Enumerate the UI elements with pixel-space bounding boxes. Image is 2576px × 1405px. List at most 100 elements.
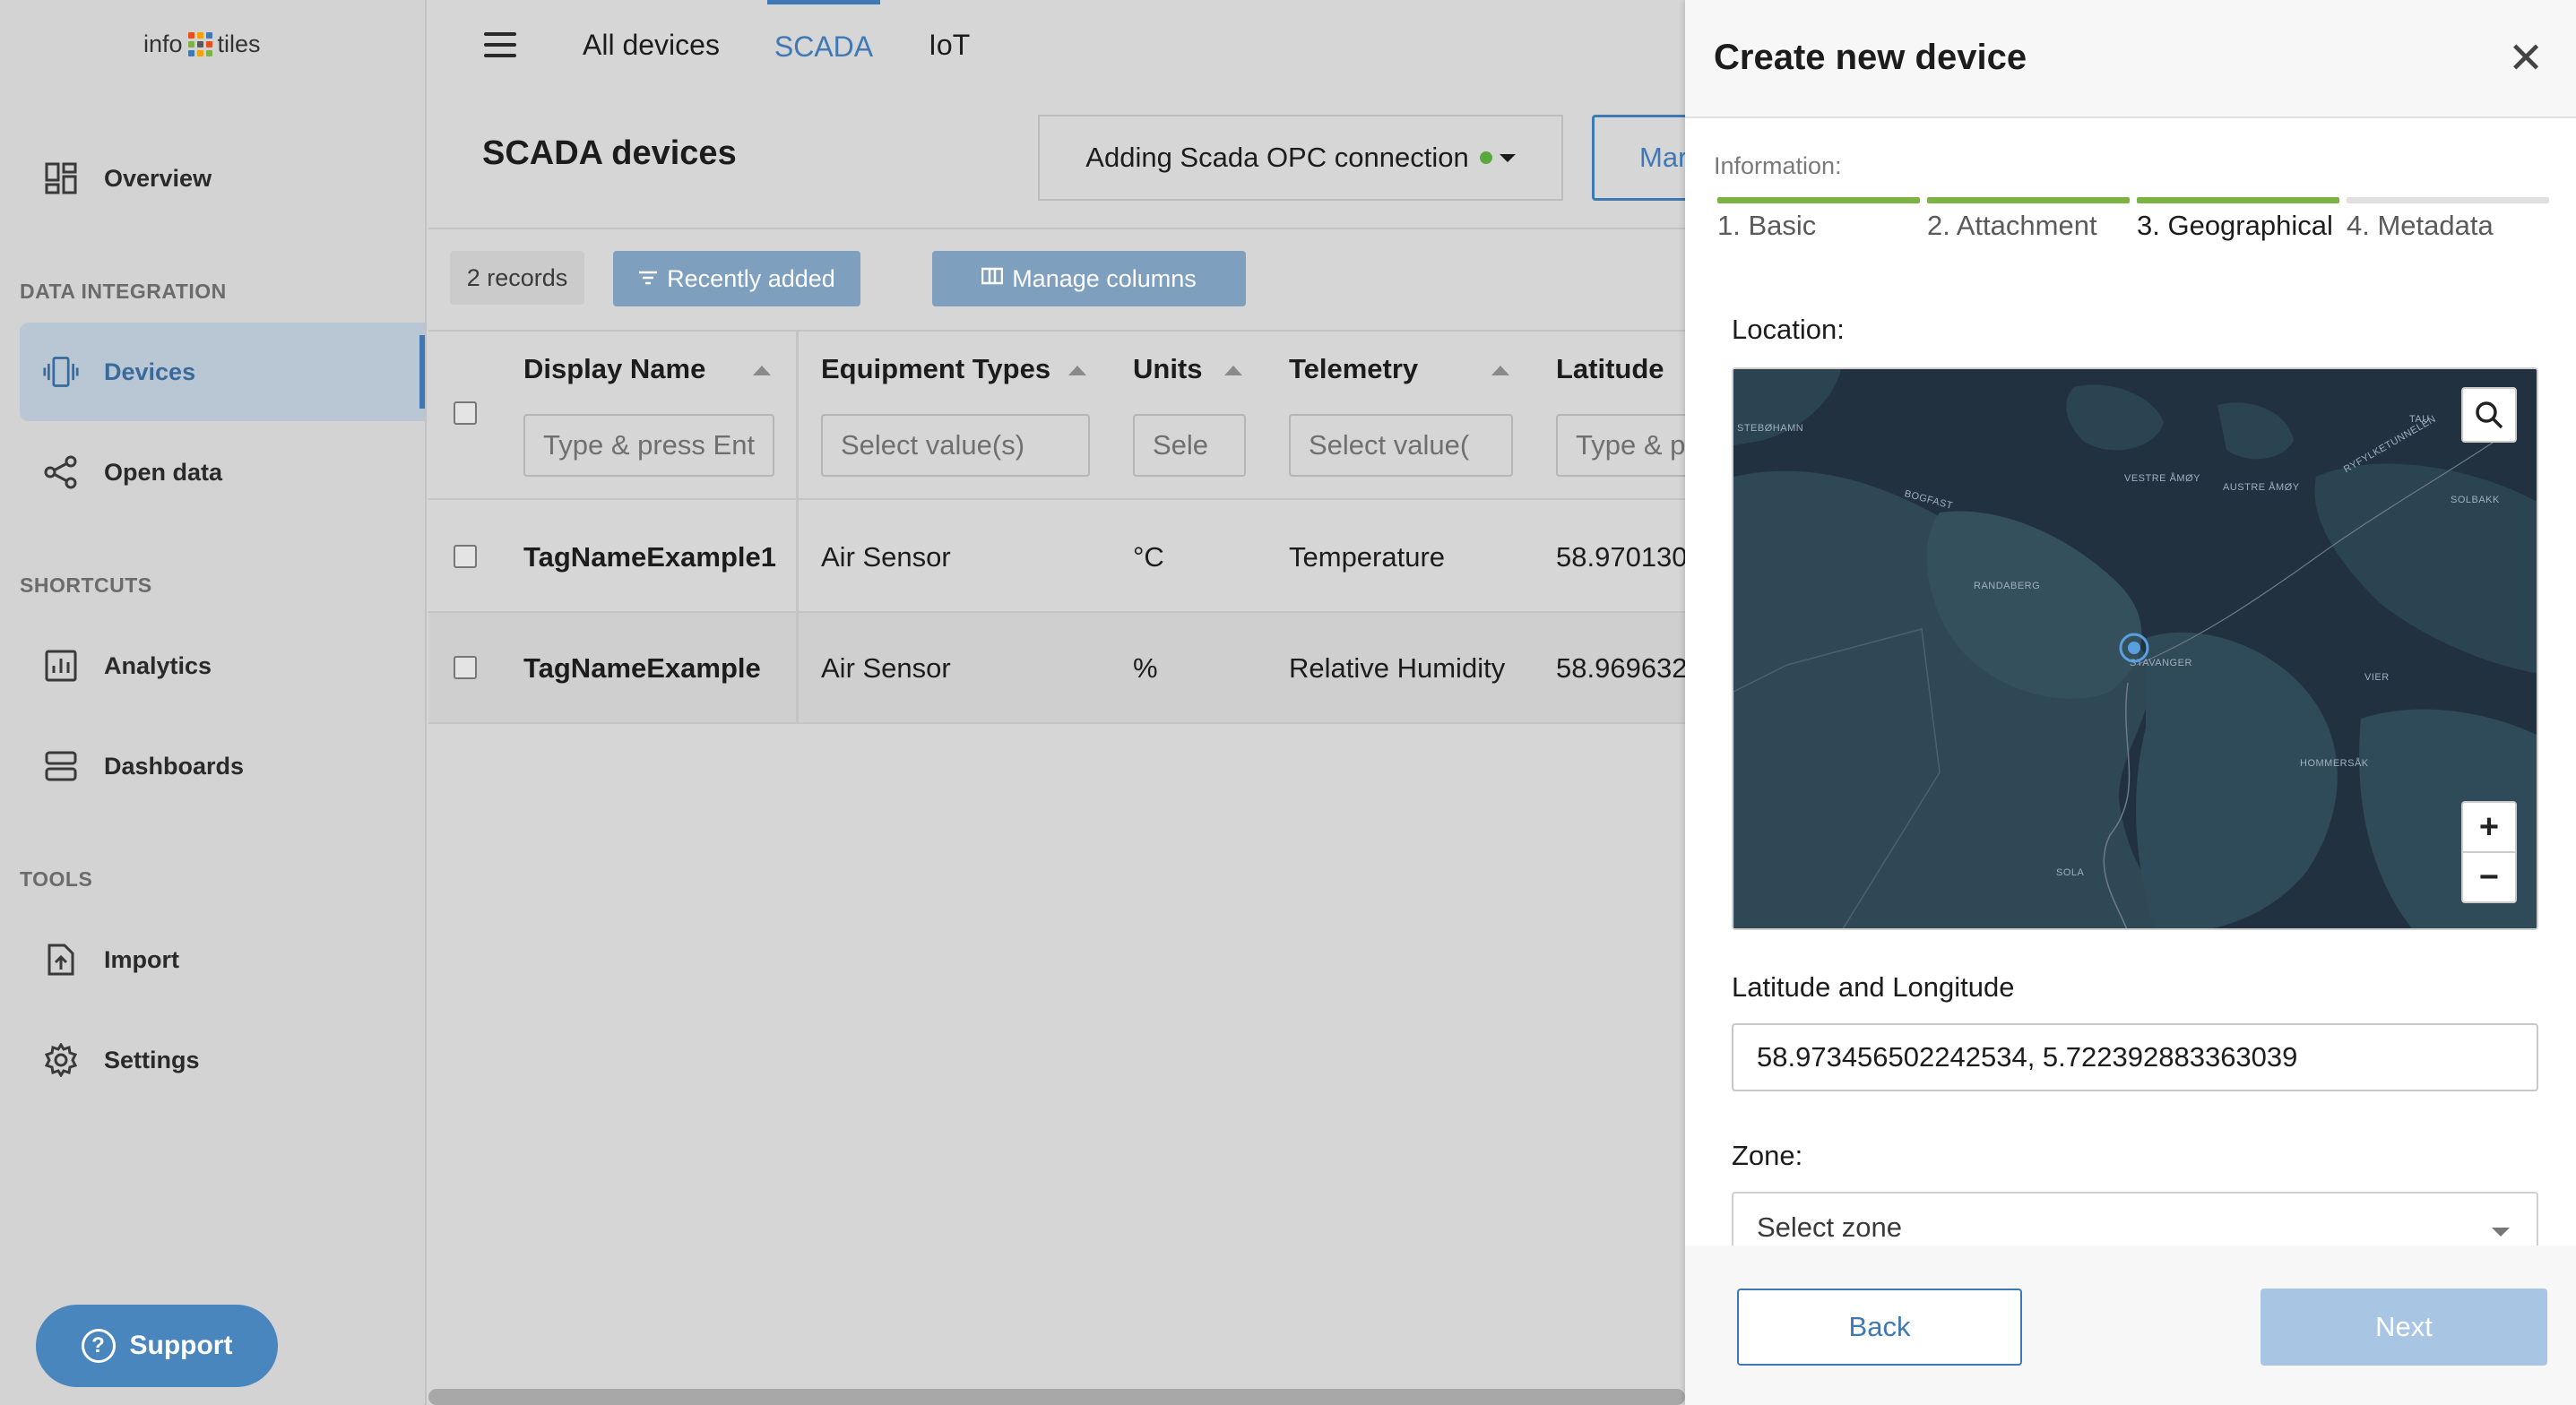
tab-all-devices[interactable]: All devices [583, 0, 720, 90]
step-attachment[interactable]: 2. Attachment [1927, 210, 2097, 242]
map-label: SOLBAKK [2451, 495, 2500, 505]
row-checkbox[interactable] [454, 545, 477, 568]
logo-text-right: tiles [217, 30, 261, 57]
column-divider [796, 330, 799, 724]
manage-columns-label: Manage columns [1012, 264, 1197, 292]
search-icon [2476, 401, 2503, 429]
map-pin-icon[interactable] [2119, 633, 2149, 663]
recently-added-button[interactable]: Recently added [613, 251, 860, 306]
zoom-in-button[interactable]: + [2461, 801, 2517, 853]
sort-asc-icon[interactable] [753, 366, 771, 375]
caret-down-icon [2492, 1228, 2510, 1237]
menu-icon[interactable] [484, 32, 516, 57]
location-label: Location: [1732, 314, 1845, 345]
sidebar-item-label: Dashboards [104, 752, 245, 780]
manage-columns-button[interactable]: Manage columns [932, 251, 1246, 306]
next-button[interactable]: Next [2260, 1289, 2547, 1366]
records-count: 2 records [450, 251, 584, 305]
cell-unit: °C [1133, 541, 1164, 573]
map-search-button[interactable] [2461, 387, 2517, 443]
step-progress-metadata [2347, 197, 2549, 203]
filter-display-name[interactable]: Type & press Ent [523, 414, 774, 477]
step-metadata[interactable]: 4. Metadata [2347, 210, 2494, 242]
map-label: VESTRE ÅMØY [2124, 473, 2200, 484]
table-row[interactable]: TagNameExample1 Air Sensor °C Temperatur… [428, 502, 1688, 613]
step-progress-basic [1717, 197, 1920, 203]
step-basic[interactable]: 1. Basic [1717, 210, 1816, 242]
cell-display-name: TagNameExample1 [523, 541, 776, 573]
sidebar-item-analytics[interactable]: Analytics [20, 616, 425, 715]
close-icon[interactable]: ✕ [2508, 38, 2544, 81]
sidebar-item-settings[interactable]: Settings [20, 1011, 425, 1109]
horizontal-scrollbar[interactable] [428, 1389, 1685, 1405]
row-checkbox[interactable] [454, 656, 477, 679]
device-vibrate-icon [43, 354, 79, 390]
zoom-out-button[interactable]: − [2461, 851, 2517, 903]
sidebar: info tiles Overview DATA INTEGRATION Dev… [0, 0, 427, 1405]
sidebar-item-open-data[interactable]: Open data [20, 423, 425, 521]
filter-telemetry[interactable]: Select value( [1289, 414, 1513, 477]
select-all-checkbox[interactable] [454, 401, 477, 425]
map-label: HOMMERSÅK [2300, 758, 2369, 769]
column-header-units[interactable]: Units [1133, 353, 1203, 385]
table-row[interactable]: TagNameExample Air Sensor % Relative Hum… [428, 613, 1688, 724]
caret-down-icon [1499, 153, 1516, 162]
step-geographical[interactable]: 3. Geographical [2137, 210, 2333, 242]
cell-telemetry: Temperature [1289, 541, 1446, 573]
sort-asc-icon[interactable] [1224, 366, 1242, 375]
bar-chart-icon [43, 648, 79, 684]
location-map[interactable]: STEBØHAMN RANDABERG STAVANGER HOMMERSÅK … [1732, 367, 2538, 930]
sidebar-item-label: Devices [104, 358, 196, 385]
latlng-input[interactable]: 58.973456502242534, 5.722392883363039 [1732, 1023, 2538, 1091]
section-label-data-integration: DATA INTEGRATION [20, 280, 227, 303]
gear-icon [43, 1042, 79, 1078]
file-upload-icon [43, 942, 79, 978]
zone-select[interactable]: Select zone [1732, 1192, 2538, 1246]
section-label-tools: TOOLS [20, 867, 93, 891]
page-title: SCADA devices [482, 134, 737, 172]
sidebar-item-label: Analytics [104, 651, 212, 679]
filter-units[interactable]: Sele [1133, 414, 1246, 477]
step-progress-geographical [2137, 197, 2339, 203]
cell-latitude: 58.970130 [1556, 541, 1688, 573]
tab-iot[interactable]: IoT [929, 0, 970, 90]
sort-asc-icon[interactable] [1491, 366, 1509, 375]
column-header-telemetry[interactable]: Telemetry [1289, 353, 1418, 385]
filter-equipment-types[interactable]: Select value(s) [821, 414, 1090, 477]
connection-dropdown-label: Adding Scada OPC connection [1085, 142, 1469, 173]
cell-equipment-type: Air Sensor [821, 541, 951, 573]
zone-label: Zone: [1732, 1140, 1803, 1171]
back-button[interactable]: Back [1737, 1289, 2022, 1366]
main-content: All devices SCADA IoT SCADA devices Addi… [428, 0, 1771, 1405]
columns-icon [981, 267, 1004, 290]
latlng-label: Latitude and Longitude [1732, 971, 2015, 1003]
logo-text-left: info [143, 30, 183, 57]
column-header-display-name[interactable]: Display Name [523, 353, 705, 385]
sidebar-item-devices[interactable]: Devices [20, 323, 425, 421]
cell-display-name: TagNameExample [523, 652, 761, 684]
cell-telemetry: Relative Humidity [1289, 652, 1506, 684]
grid-layout-icon [43, 160, 79, 196]
share-icon [43, 454, 79, 490]
support-label: Support [129, 1331, 233, 1360]
tab-scada[interactable]: SCADA [767, 0, 880, 90]
sidebar-item-label: Import [104, 945, 179, 973]
logo-dots-icon [187, 32, 212, 56]
sidebar-item-overview[interactable]: Overview [20, 129, 425, 228]
zone-select-placeholder: Select zone [1757, 1211, 1902, 1243]
connection-dropdown[interactable]: Adding Scada OPC connection [1038, 115, 1563, 201]
sidebar-item-import[interactable]: Import [20, 910, 425, 1009]
cell-equipment-type: Air Sensor [821, 652, 951, 684]
sidebar-item-dashboards[interactable]: Dashboards [20, 717, 425, 815]
sidebar-item-label: Open data [104, 458, 223, 486]
column-header-equipment-types[interactable]: Equipment Types [821, 353, 1050, 385]
panel-title: Create new device [1714, 38, 2027, 77]
section-label-shortcuts: SHORTCUTS [20, 573, 152, 597]
support-button[interactable]: ? Support [36, 1305, 278, 1387]
infotiles-logo[interactable]: info tiles [143, 30, 261, 58]
status-dot-icon [1479, 151, 1492, 164]
sort-asc-icon[interactable] [1068, 366, 1086, 375]
column-header-latitude[interactable]: Latitude [1556, 353, 1664, 385]
cell-latitude: 58.969632 [1556, 652, 1688, 684]
sort-lines-icon [638, 267, 658, 290]
